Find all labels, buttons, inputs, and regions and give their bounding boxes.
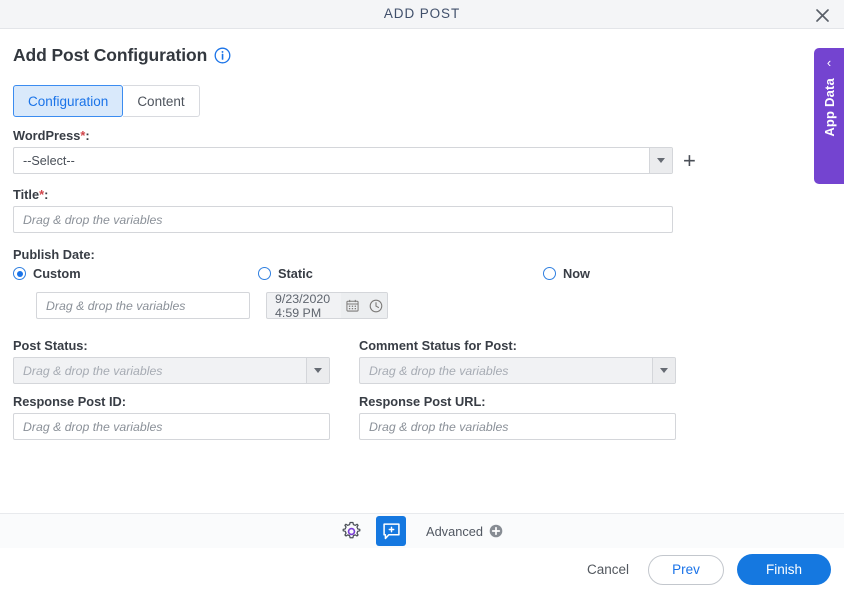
- radio-static-icon: [258, 267, 271, 280]
- advanced-label: Advanced: [426, 523, 483, 539]
- chevron-down-icon: [660, 368, 668, 373]
- response-post-id-placeholder: Drag & drop the variables: [23, 419, 163, 434]
- chevron-left-icon: ‹: [826, 55, 832, 70]
- post-status-label: Post Status:: [13, 338, 88, 353]
- add-comment-icon: [382, 522, 400, 539]
- close-button[interactable]: [810, 3, 834, 27]
- title-input-placeholder: Drag & drop the variables: [23, 212, 163, 227]
- publish-date-radio-group: Custom Static Now: [13, 266, 713, 288]
- clock-button[interactable]: [364, 293, 387, 318]
- info-circle-icon[interactable]: [214, 47, 231, 64]
- chevron-down-icon: [314, 368, 322, 373]
- comment-status-field: Comment Status for Post: Drag & drop the…: [359, 338, 679, 384]
- radio-option-now[interactable]: Now: [543, 266, 590, 281]
- radio-custom-label: Custom: [33, 266, 81, 281]
- comment-status-placeholder: Drag & drop the variables: [369, 363, 509, 378]
- wordpress-label-text: WordPress: [13, 128, 81, 143]
- response-post-url-placeholder: Drag & drop the variables: [369, 419, 509, 434]
- cancel-button[interactable]: Cancel: [581, 558, 635, 581]
- response-post-url-field: Response Post URL: Drag & drop the varia…: [359, 394, 679, 440]
- prev-button[interactable]: Prev: [648, 554, 724, 585]
- finish-button[interactable]: Finish: [737, 554, 831, 585]
- chevron-down-icon: [657, 158, 665, 163]
- comment-status-label: Comment Status for Post:: [359, 338, 517, 353]
- response-post-id-field: Response Post ID: Drag & drop the variab…: [13, 394, 333, 440]
- publish-date-custom-placeholder: Drag & drop the variables: [46, 298, 186, 313]
- response-post-id-label: Response Post ID:: [13, 394, 127, 409]
- tab-bar: Configuration Content: [13, 85, 200, 117]
- radio-now-label: Now: [563, 266, 591, 281]
- wordpress-row: --Select-- +: [13, 147, 713, 174]
- radio-now-icon: [543, 267, 556, 280]
- publish-date-static-picker[interactable]: 9/23/2020 4:59 PM: [266, 292, 388, 319]
- wordpress-label: WordPress*:: [13, 128, 90, 143]
- clock-icon: [369, 299, 382, 312]
- close-icon: [815, 8, 829, 22]
- tab-configuration-label: Configuration: [28, 93, 109, 109]
- publish-date-custom-input[interactable]: Drag & drop the variables: [36, 292, 250, 319]
- radio-static-label: Static: [278, 266, 313, 281]
- tab-configuration[interactable]: Configuration: [13, 85, 124, 117]
- gear-icon[interactable]: [341, 521, 362, 542]
- window-title: ADD POST: [383, 6, 461, 21]
- title-label: Title*:: [13, 187, 49, 202]
- dialog-actions: Cancel Prev Finish: [581, 554, 831, 585]
- radio-option-static[interactable]: Static: [258, 266, 313, 281]
- page-heading: Add Post Configuration: [13, 45, 231, 66]
- tab-content[interactable]: Content: [123, 85, 200, 117]
- wordpress-select-arrow[interactable]: [649, 148, 672, 173]
- response-post-url-input[interactable]: Drag & drop the variables: [359, 413, 676, 440]
- plus-circle-icon: [489, 524, 503, 538]
- title-input[interactable]: Drag & drop the variables: [13, 206, 673, 233]
- radio-custom-icon: [13, 267, 26, 280]
- add-wordpress-button[interactable]: +: [683, 149, 696, 171]
- publish-date-static-value: 9/23/2020 4:59 PM: [275, 292, 331, 319]
- post-status-select-arrow[interactable]: [306, 358, 329, 383]
- wordpress-required-asterisk: *: [80, 128, 86, 143]
- app-data-tab-label: App Data: [821, 78, 837, 137]
- app-data-tab[interactable]: ‹ App Data: [814, 48, 844, 184]
- footer-toolbar: Advanced: [0, 513, 844, 548]
- tab-content-label: Content: [137, 93, 185, 109]
- response-post-url-label: Response Post URL:: [359, 394, 486, 409]
- comment-status-select-arrow[interactable]: [652, 358, 675, 383]
- window-titlebar: ADD POST: [0, 0, 844, 29]
- publish-date-label: Publish Date:: [13, 247, 95, 262]
- page-title: Add Post Configuration: [13, 45, 208, 65]
- comment-status-select[interactable]: Drag & drop the variables: [359, 357, 676, 384]
- add-comment-button[interactable]: [376, 516, 407, 546]
- post-status-placeholder: Drag & drop the variables: [23, 363, 163, 378]
- post-status-field: Post Status: Drag & drop the variables: [13, 338, 333, 384]
- calendar-button[interactable]: [341, 293, 364, 318]
- calendar-icon: [346, 299, 359, 312]
- publish-date-inputs-row: Drag & drop the variables 9/23/2020 4:59…: [13, 292, 713, 324]
- radio-option-custom[interactable]: Custom: [13, 266, 81, 281]
- response-post-id-input[interactable]: Drag & drop the variables: [13, 413, 330, 440]
- title-required-asterisk: *: [39, 187, 45, 202]
- post-status-select[interactable]: Drag & drop the variables: [13, 357, 330, 384]
- wordpress-select-value: --Select--: [23, 153, 75, 168]
- wordpress-select[interactable]: --Select--: [13, 147, 673, 174]
- title-label-text: Title: [13, 187, 40, 202]
- advanced-button[interactable]: Advanced: [426, 524, 503, 539]
- configuration-form: WordPress*: --Select-- + Title*: Drag & …: [13, 128, 713, 440]
